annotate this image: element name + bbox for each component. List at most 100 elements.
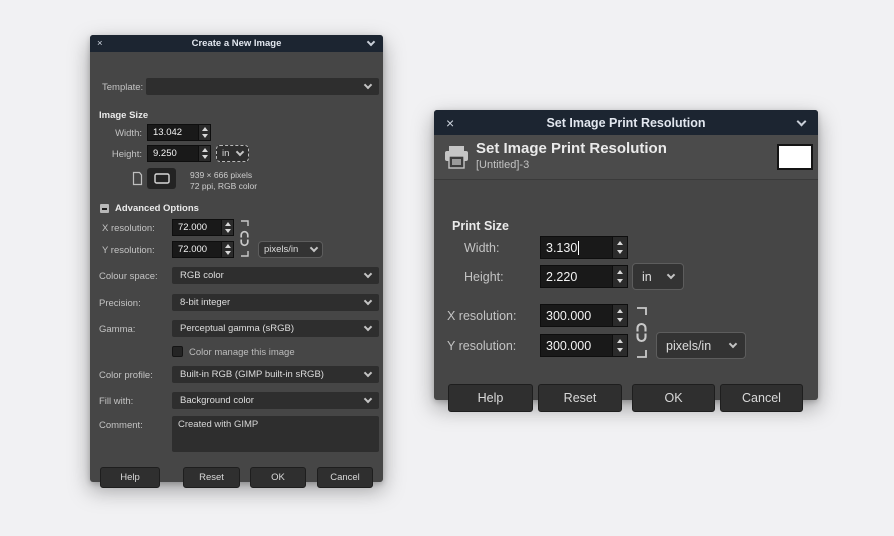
print-resolution-titlebar: × Set Image Print Resolution bbox=[434, 110, 818, 135]
spin-down-icon[interactable] bbox=[617, 347, 623, 352]
chain-link-icon[interactable] bbox=[237, 219, 251, 261]
gamma-label: Gamma: bbox=[99, 324, 136, 335]
print-resolution-body: Print Size Width: 3.130 Height: 2.220 in… bbox=[434, 135, 818, 412]
help-button[interactable]: Help bbox=[448, 384, 533, 412]
size-unit-dropdown[interactable]: in bbox=[216, 145, 249, 162]
height-spinner[interactable] bbox=[198, 146, 210, 161]
spin-up-icon[interactable] bbox=[617, 270, 623, 275]
height-input[interactable]: 2.220 bbox=[540, 265, 628, 288]
x-resolution-input[interactable]: 300.000 bbox=[540, 304, 628, 327]
new-image-titlebar: × Create a New Image bbox=[90, 35, 383, 52]
gamma-dropdown[interactable]: Perceptual gamma (sRGB) bbox=[172, 320, 379, 337]
height-value: 2.220 bbox=[546, 269, 578, 284]
advanced-options-heading[interactable]: Advanced Options bbox=[115, 203, 199, 214]
cancel-button[interactable]: Cancel bbox=[317, 467, 373, 488]
collapse-advanced-icon[interactable] bbox=[100, 204, 109, 213]
cancel-button[interactable]: Cancel bbox=[720, 384, 803, 412]
width-value: 13.042 bbox=[153, 127, 183, 138]
y-resolution-spinner[interactable] bbox=[221, 242, 233, 257]
spin-down-icon[interactable] bbox=[201, 133, 208, 138]
chevron-down-icon bbox=[363, 296, 373, 306]
y-resolution-label: Y resolution: bbox=[447, 339, 517, 353]
chain-link-icon[interactable] bbox=[632, 305, 650, 363]
comment-textarea[interactable]: Created with GIMP bbox=[172, 416, 379, 452]
width-input[interactable]: 13.042 bbox=[147, 124, 211, 141]
template-dropdown[interactable] bbox=[146, 78, 379, 95]
width-label: Width: bbox=[464, 241, 500, 255]
gamma-value: Perceptual gamma (sRGB) bbox=[180, 323, 295, 334]
spin-up-icon[interactable] bbox=[617, 241, 623, 246]
x-resolution-label: X resolution: bbox=[102, 223, 155, 234]
help-button[interactable]: Help bbox=[100, 467, 160, 488]
height-label: Height: bbox=[464, 270, 504, 284]
chevron-down-icon bbox=[309, 243, 319, 253]
size-info-detail: 72 ppi, RGB color bbox=[190, 181, 258, 191]
colour-space-dropdown[interactable]: RGB color bbox=[172, 267, 379, 284]
y-resolution-input[interactable]: 300.000 bbox=[540, 334, 628, 357]
spin-up-icon[interactable] bbox=[617, 339, 623, 344]
x-resolution-input[interactable]: 72.000 bbox=[172, 219, 234, 236]
close-icon[interactable]: × bbox=[97, 38, 103, 49]
comment-label: Comment: bbox=[99, 420, 143, 431]
precision-value: 8-bit integer bbox=[180, 297, 231, 308]
width-text: 3.130 bbox=[546, 240, 578, 255]
chevron-down-icon bbox=[363, 80, 373, 90]
color-profile-label: Color profile: bbox=[99, 370, 153, 381]
size-unit-dropdown[interactable]: in bbox=[632, 263, 684, 290]
portrait-orientation-icon[interactable] bbox=[132, 171, 143, 189]
dialog-title: Create a New Image bbox=[191, 38, 282, 49]
dialog-title: Set Image Print Resolution bbox=[546, 115, 706, 130]
fill-with-dropdown[interactable]: Background color bbox=[172, 392, 379, 409]
y-resolution-input[interactable]: 72.000 bbox=[172, 241, 234, 258]
resolution-unit-dropdown[interactable]: pixels/in bbox=[656, 332, 746, 359]
y-resolution-value: 72.000 bbox=[178, 244, 208, 255]
height-spinner[interactable] bbox=[612, 266, 627, 287]
spin-down-icon[interactable] bbox=[617, 278, 623, 283]
color-manage-label: Color manage this image bbox=[189, 347, 295, 358]
spin-down-icon[interactable] bbox=[224, 250, 231, 255]
chevron-down-icon bbox=[728, 339, 738, 349]
reset-button[interactable]: Reset bbox=[183, 467, 240, 488]
spin-up-icon[interactable] bbox=[201, 127, 208, 132]
resolution-unit-dropdown[interactable]: pixels/in bbox=[258, 241, 323, 258]
spin-up-icon[interactable] bbox=[224, 244, 231, 249]
chevron-down-icon bbox=[666, 270, 676, 280]
color-profile-dropdown[interactable]: Built-in RGB (GIMP built-in sRGB) bbox=[172, 366, 379, 383]
print-resolution-dialog: × Set Image Print Resolution Set Image P… bbox=[434, 110, 818, 412]
color-manage-checkbox[interactable] bbox=[172, 346, 183, 357]
chevron-down-icon bbox=[235, 147, 245, 157]
colour-space-label: Colour space: bbox=[99, 271, 158, 282]
create-new-image-dialog: × Create a New Image Template: Image Siz… bbox=[90, 35, 383, 488]
fill-with-label: Fill with: bbox=[99, 396, 134, 407]
y-resolution-spinner[interactable] bbox=[612, 335, 627, 356]
new-image-body: Template: Image Size Width: 13.042 Heigh… bbox=[90, 52, 383, 488]
spin-down-icon[interactable] bbox=[224, 228, 231, 233]
resolution-unit-value: pixels/in bbox=[666, 338, 712, 353]
width-input[interactable]: 3.130 bbox=[540, 236, 628, 259]
spin-down-icon[interactable] bbox=[617, 249, 623, 254]
x-resolution-spinner[interactable] bbox=[221, 220, 233, 235]
spin-up-icon[interactable] bbox=[201, 148, 208, 153]
precision-dropdown[interactable]: 8-bit integer bbox=[172, 294, 379, 311]
ok-button[interactable]: OK bbox=[250, 467, 306, 488]
spin-up-icon[interactable] bbox=[617, 309, 623, 314]
spin-down-icon[interactable] bbox=[201, 154, 208, 159]
template-label: Template: bbox=[102, 82, 144, 93]
width-spinner[interactable] bbox=[198, 125, 210, 140]
landscape-orientation-button[interactable] bbox=[147, 168, 176, 189]
reset-button[interactable]: Reset bbox=[538, 384, 622, 412]
close-icon[interactable]: × bbox=[446, 115, 454, 131]
x-resolution-value: 72.000 bbox=[178, 222, 208, 233]
resolution-unit-value: pixels/in bbox=[264, 244, 299, 255]
x-resolution-spinner[interactable] bbox=[612, 305, 627, 326]
spin-up-icon[interactable] bbox=[224, 222, 231, 227]
chevron-down-icon bbox=[363, 368, 373, 378]
width-spinner[interactable] bbox=[612, 237, 627, 258]
image-size-heading: Image Size bbox=[99, 110, 149, 121]
precision-label: Precision: bbox=[99, 298, 141, 309]
spin-down-icon[interactable] bbox=[617, 317, 623, 322]
colour-space-value: RGB color bbox=[180, 270, 224, 281]
ok-button[interactable]: OK bbox=[632, 384, 715, 412]
height-input[interactable]: 9.250 bbox=[147, 145, 211, 162]
width-label: Width: bbox=[115, 128, 142, 139]
